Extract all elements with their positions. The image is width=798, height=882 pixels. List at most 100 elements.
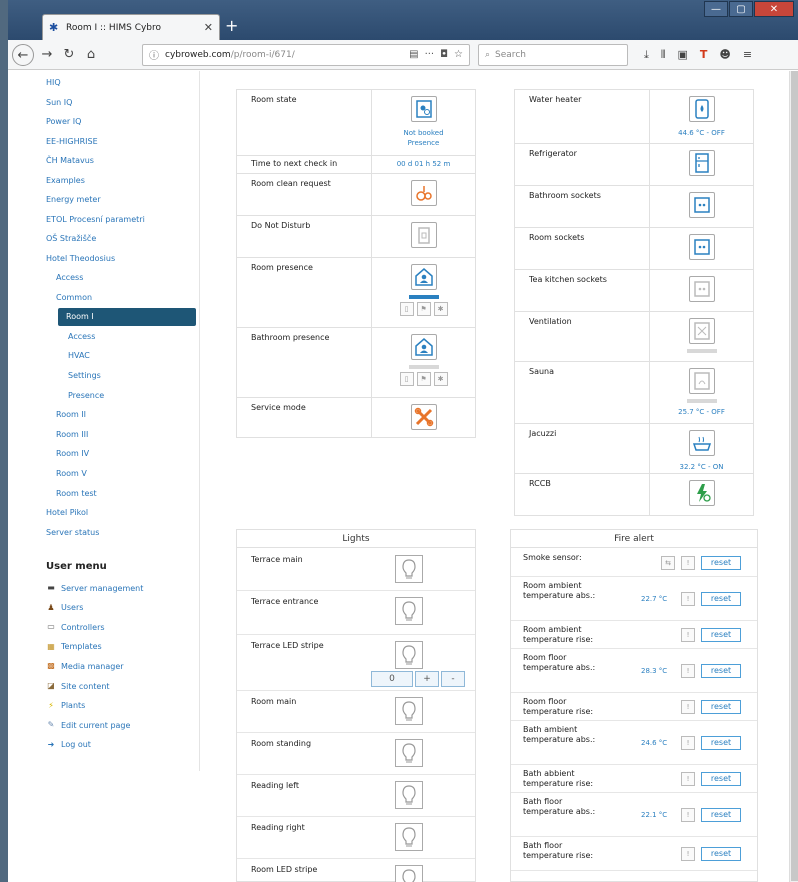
light-bulb-icon[interactable] [395,823,423,851]
sidebar-item-hotel-theodosius[interactable]: Hotel Theodosius [46,254,115,263]
sidebar-item-settings[interactable]: Settings [68,371,101,380]
pocket-icon[interactable]: ◘ [440,49,448,60]
text-tool-icon[interactable]: T [700,48,708,62]
reset-button[interactable]: reset [701,808,741,822]
user-menu-server-management[interactable]: ▬ Server management [46,583,143,593]
new-tab-icon[interactable]: + [225,16,238,35]
reload-icon[interactable]: ↻ [58,44,80,66]
sidebar-item-hiq[interactable]: HIQ [46,78,61,87]
flag-icon[interactable]: ⚑ [416,302,431,316]
back-icon[interactable]: ← [12,43,34,66]
light-bulb-icon[interactable] [395,739,423,767]
scrollbar-thumb[interactable] [791,71,798,881]
reset-button[interactable]: reset [701,736,741,750]
search-box[interactable]: ⌕ Search [478,43,628,66]
sidebar-item-room-i[interactable]: Room I [58,308,196,326]
fridge-icon[interactable] [688,150,715,176]
sidebar-item-power-iq[interactable]: Power IQ [46,117,81,126]
dimmer-minus-button[interactable]: - [441,671,465,687]
alert-icon[interactable]: ! [681,808,695,822]
info-icon[interactable]: ⓘ [149,47,159,62]
sidebar-item-sun-iq[interactable]: Sun IQ [46,98,72,107]
sauna-icon[interactable] [688,368,715,394]
alert-icon[interactable]: ! [681,772,695,786]
light-bulb-icon[interactable] [395,641,423,669]
light-bulb-icon[interactable] [395,697,423,725]
light-bulb-icon[interactable] [395,597,423,625]
door-icon[interactable]: ▯ [399,372,414,386]
user-menu-media-manager[interactable]: ▩ Media manager [46,661,123,671]
alert-icon[interactable]: ! [681,664,695,678]
user-menu-templates[interactable]: ▦ Templates [46,642,101,652]
dimmer-plus-button[interactable]: + [415,671,439,687]
download-icon[interactable]: ⤓ [644,48,649,62]
sidebar-item-room-test[interactable]: Room test [56,489,97,498]
menu-icon[interactable]: ≡ [743,48,752,62]
room-state-icon[interactable] [410,96,437,122]
sidebar-icon[interactable]: ▣ [678,48,688,62]
gear-small-icon[interactable]: ✱ [433,302,448,316]
sidebar-item-common[interactable]: Common [56,293,92,302]
jacuzzi-icon[interactable] [688,430,715,456]
clean-request-icon[interactable] [410,180,437,206]
sensor-link-icon[interactable]: ⇆ [661,556,675,570]
rccb-icon[interactable] [688,480,715,506]
sidebar-item-room-ii[interactable]: Room II [56,410,86,419]
url-bar[interactable]: ⓘ cybroweb.com/p/room-i/671/ ▤ ··· ◘ ☆ [142,43,470,66]
gear-small-icon[interactable]: ✱ [433,372,448,386]
ventilation-icon[interactable] [688,318,715,344]
user-menu-plants[interactable]: ⚡ Plants [46,701,85,711]
sidebar-item-room-iv[interactable]: Room IV [56,449,89,458]
library-icon[interactable]: ⫴ [661,48,666,62]
sidebar-item--h-matavus[interactable]: ČH Matavus [46,156,94,165]
room-socket-icon[interactable] [688,234,715,260]
door-icon[interactable]: ▯ [399,302,414,316]
alert-icon[interactable]: ! [681,847,695,861]
more-icon[interactable]: ··· [425,49,435,60]
sidebar-item-hotel-pikol[interactable]: Hotel Pikol [46,508,88,517]
tea-socket-icon[interactable] [688,276,715,302]
reader-icon[interactable]: ▤ [409,49,418,60]
alert-icon[interactable]: ! [681,628,695,642]
alert-icon[interactable]: ! [681,556,695,570]
bath-socket-icon[interactable] [688,192,715,218]
sidebar-item-energy-meter[interactable]: Energy meter [46,195,101,204]
reset-button[interactable]: reset [701,664,741,678]
alert-icon[interactable]: ! [681,592,695,606]
sidebar-item-access[interactable]: Access [56,273,83,282]
service-tools-icon[interactable] [410,404,437,430]
sidebar-item-room-v[interactable]: Room V [56,469,87,478]
reset-button[interactable]: reset [701,847,741,861]
forward-icon[interactable]: → [36,44,58,66]
bath-presence-icon[interactable] [410,334,437,360]
sidebar-item-etol-procesn-parametri[interactable]: ETOL Procesní parametri [46,215,145,224]
light-bulb-icon[interactable] [395,555,423,583]
sidebar-item-presence[interactable]: Presence [68,391,104,400]
sidebar-item-room-iii[interactable]: Room III [56,430,88,439]
flag-icon[interactable]: ⚑ [416,372,431,386]
reset-button[interactable]: reset [701,628,741,642]
minimize-icon[interactable]: — [704,1,728,17]
user-menu-edit-current-page[interactable]: ✎ Edit current page [46,720,131,730]
reset-button[interactable]: reset [701,772,741,786]
reset-button[interactable]: reset [701,592,741,606]
alert-icon[interactable]: ! [681,736,695,750]
home-icon[interactable]: ⌂ [80,44,102,66]
maximize-icon[interactable]: ▢ [729,1,753,17]
reset-button[interactable]: reset [701,700,741,714]
water-heater-icon[interactable] [688,96,715,122]
bookmark-star-icon[interactable]: ☆ [454,49,463,60]
sidebar-item-examples[interactable]: Examples [46,176,85,185]
light-bulb-icon[interactable] [395,781,423,809]
sidebar-item-hvac[interactable]: HVAC [68,351,90,360]
user-menu-users[interactable]: ♟ Users [46,603,83,613]
sidebar-item-o-stra-i-e[interactable]: OŠ Stražišče [46,234,96,243]
sidebar-item-access[interactable]: Access [68,332,95,341]
room-presence-icon[interactable] [410,264,437,290]
user-menu-controllers[interactable]: ▭ Controllers [46,622,104,632]
user-menu-log-out[interactable]: ➜ Log out [46,740,91,750]
user-menu-site-content[interactable]: ◪ Site content [46,681,109,691]
browser-tab[interactable]: ✱ Room I :: HIMS Cybro ✕ [42,14,220,40]
light-bulb-icon[interactable] [395,865,423,882]
dimmer-value-field[interactable]: 0 [371,671,413,687]
